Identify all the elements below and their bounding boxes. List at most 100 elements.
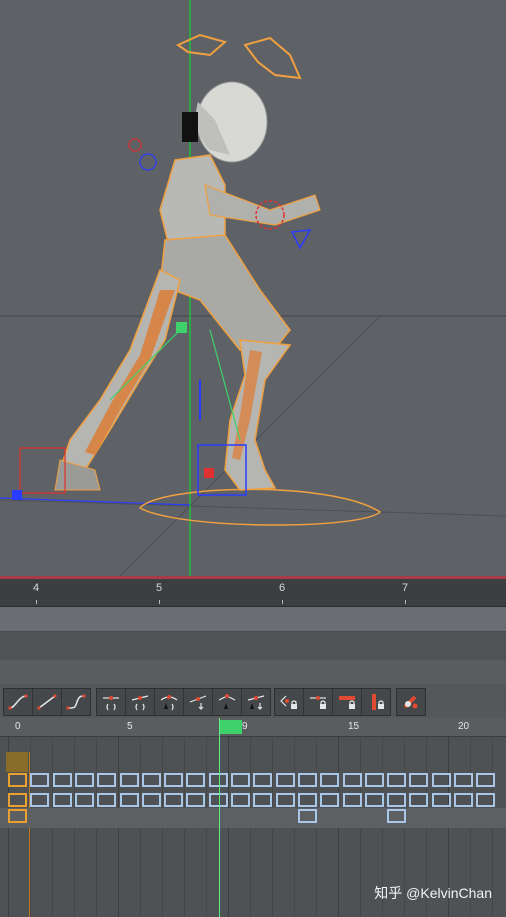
keyframe[interactable] [8, 773, 27, 787]
step-curve-icon[interactable] [62, 689, 90, 715]
auto-tangent-icon[interactable] [97, 689, 126, 715]
head-effector-shape[interactable] [175, 33, 302, 80]
back-foot[interactable] [54, 459, 101, 491]
weighted-tangent-icon[interactable] [184, 689, 213, 715]
keyframe[interactable] [297, 809, 317, 823]
panel-spacer [0, 660, 506, 684]
back-leg-bone [85, 290, 175, 455]
current-frame-badge[interactable]: 9 [220, 720, 248, 734]
keyframe[interactable] [476, 793, 496, 807]
keyframe[interactable] [164, 773, 184, 787]
ruler-tickmark [36, 600, 37, 604]
keyframe[interactable] [342, 773, 362, 787]
neck-handle[interactable] [128, 138, 142, 152]
key-track-row[interactable] [0, 790, 506, 810]
ruler-tickmark [405, 600, 406, 604]
keyframe[interactable] [275, 773, 295, 787]
key-lock-group [274, 688, 391, 716]
broken-tangent-icon[interactable] [213, 689, 242, 715]
character-rig-view[interactable] [0, 0, 506, 576]
keyframe[interactable] [74, 773, 94, 787]
keyframe[interactable] [320, 773, 340, 787]
lock-vertical-icon[interactable] [362, 689, 390, 715]
keyframe[interactable] [141, 773, 161, 787]
keyframe[interactable] [387, 793, 407, 807]
timeline-frame-number: 15 [348, 721, 360, 732]
keyframe[interactable] [74, 793, 94, 807]
ruler-tick: 6 [279, 582, 286, 594]
keyframe[interactable] [52, 773, 72, 787]
ruler-tick: 5 [156, 582, 163, 594]
lock-key-icon[interactable] [275, 689, 304, 715]
timeline-frame-number: 0 [15, 721, 21, 732]
helmet-back [182, 112, 198, 142]
tangent-group [96, 688, 271, 716]
keyframe[interactable] [454, 793, 473, 807]
keyframe[interactable] [253, 773, 273, 787]
3d-viewport[interactable] [0, 0, 506, 576]
keyframe[interactable] [141, 793, 161, 807]
grid-axis-line [0, 499, 506, 517]
keyframe[interactable] [431, 793, 451, 807]
keyframe[interactable] [119, 773, 139, 787]
keyframe[interactable] [297, 773, 317, 787]
key-toolbar [0, 684, 506, 718]
timeline-ruler[interactable]: 0 5 15 20 9 [0, 718, 506, 737]
panel-divider [0, 632, 506, 660]
keyframe[interactable] [8, 793, 27, 807]
extra-group [396, 688, 426, 716]
spline-curve-icon[interactable] [4, 689, 33, 715]
key-track-row[interactable] [0, 770, 506, 790]
keyframe[interactable] [30, 773, 50, 787]
ruler-tickmark [159, 600, 160, 604]
keyframe[interactable] [342, 793, 362, 807]
hips-center-handle[interactable] [176, 322, 187, 333]
keyframe[interactable] [119, 793, 139, 807]
keyframe[interactable] [231, 793, 250, 807]
linear-curve-icon[interactable] [33, 689, 62, 715]
keyframe[interactable] [409, 773, 429, 787]
current-frame-number: 9 [242, 721, 248, 732]
keyframe[interactable] [97, 773, 117, 787]
front-foot-pivot[interactable] [204, 468, 214, 478]
keyframe[interactable] [231, 773, 250, 787]
back-foot-pivot[interactable] [12, 490, 22, 500]
keyframe[interactable] [186, 793, 206, 807]
timeline-frame-number: 20 [458, 721, 470, 732]
keyframe[interactable] [387, 809, 407, 823]
hand-handle[interactable] [290, 229, 312, 250]
keyframe[interactable] [387, 773, 407, 787]
hips[interactable] [159, 234, 291, 356]
keyframe[interactable] [364, 773, 384, 787]
clamped-tangent-icon[interactable] [155, 689, 184, 715]
playhead[interactable] [219, 718, 220, 917]
keyframe[interactable] [97, 793, 117, 807]
keyframe[interactable] [275, 793, 295, 807]
keyframe[interactable] [297, 793, 317, 807]
keyframe[interactable] [8, 809, 27, 823]
keyframe[interactable] [186, 773, 206, 787]
keyframe[interactable] [364, 793, 384, 807]
locked-weight-icon[interactable] [242, 689, 270, 715]
key-properties-icon[interactable] [397, 689, 425, 715]
watermark: 知乎 @KelvinChan [374, 885, 492, 901]
lock-horizontal-icon[interactable] [333, 689, 362, 715]
keyframe[interactable] [164, 793, 184, 807]
lock-time-icon[interactable] [304, 689, 333, 715]
user-tangent-icon[interactable] [126, 689, 155, 715]
keyframe[interactable] [52, 793, 72, 807]
keyframe[interactable] [253, 793, 273, 807]
keyframe[interactable] [476, 773, 496, 787]
keyframe[interactable] [431, 773, 451, 787]
shoulder-handle[interactable] [139, 153, 157, 171]
ruler-tick: 7 [402, 582, 409, 594]
frame-ruler[interactable]: 4 5 6 7 [0, 579, 506, 607]
keyframe[interactable] [30, 793, 50, 807]
keyframe[interactable] [320, 793, 340, 807]
timeline-frame-number: 5 [127, 721, 133, 732]
x-axis-line [0, 497, 191, 506]
track-header-strip [6, 752, 28, 772]
keyframe[interactable] [409, 793, 429, 807]
keyframe[interactable] [454, 773, 473, 787]
key-track-row[interactable] [0, 808, 506, 828]
